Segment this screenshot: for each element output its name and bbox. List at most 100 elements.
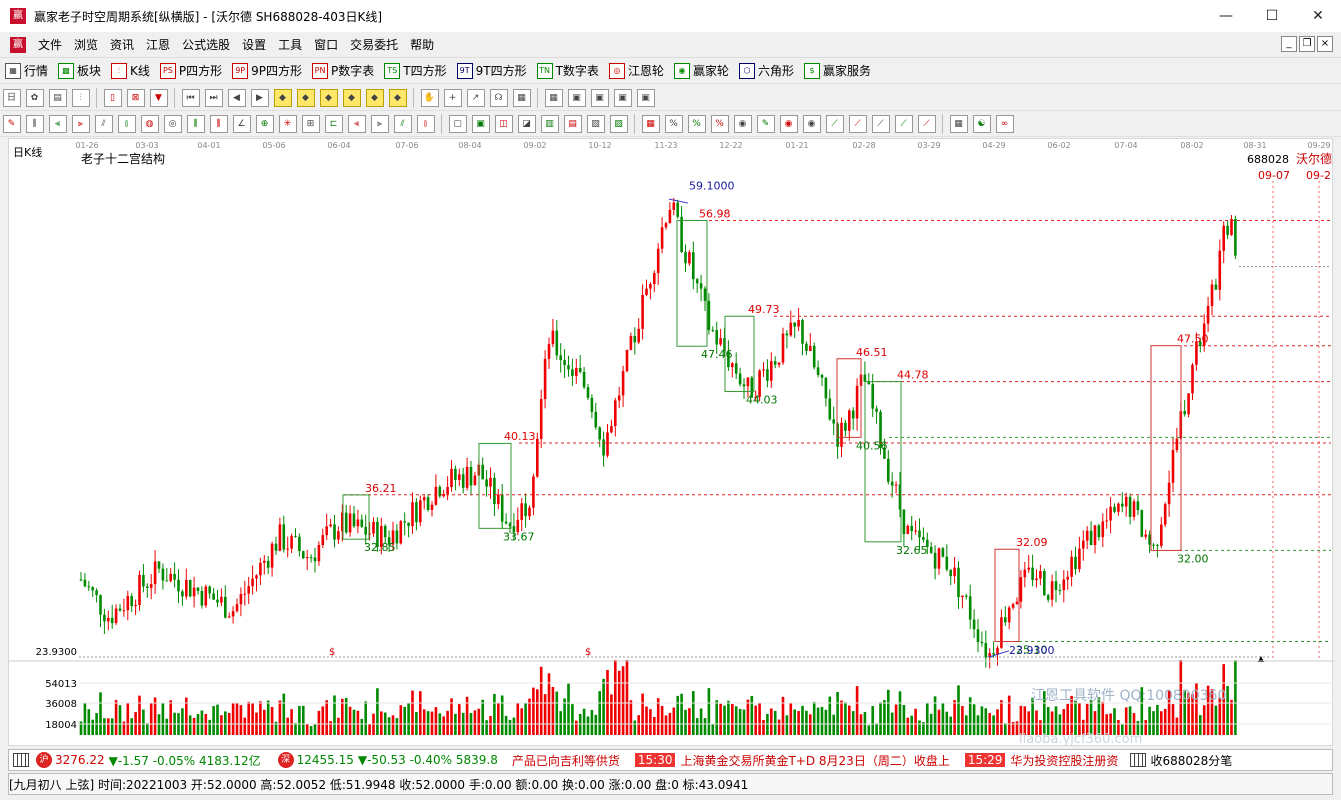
mdi-close-button[interactable]: × [1317,36,1333,52]
chart-panel[interactable]: 01-26 03-03 04-01 05-06 06-04 07-06 08-04 09-02… [8,138,1334,747]
star-icon[interactable]: ✳ [278,114,297,133]
percent2-icon[interactable]: % [710,114,729,133]
sheet-icon[interactable]: ▦ [641,114,660,133]
yinyang-icon[interactable]: ☯ [972,114,991,133]
last-icon[interactable]: ⏭ [204,88,223,107]
comb-icon[interactable]: ⫼ [186,114,205,133]
angle-icon[interactable]: ∠ [232,114,251,133]
first-icon[interactable]: ⏮ [181,88,200,107]
toolbar-blocks-button[interactable]: ▩ 板块 [53,60,106,82]
news-item-2[interactable]: 上海黄金交易所黄金T+D 8月23日（周二）收盘上 [680,752,949,769]
square-icon[interactable]: ▦ [512,88,531,107]
diamond4-icon[interactable]: ◆ [342,88,361,107]
diamond3-icon[interactable]: ◆ [319,88,338,107]
ring2-icon[interactable]: ◎ [163,114,182,133]
sz-index-value[interactable]: 12455.15 [297,753,354,767]
zoom-icon[interactable]: ✿ [25,88,44,107]
toolbar-winner-wheel-button[interactable]: ◉ 赢家轮 [669,60,734,82]
mdi-restore-button[interactable]: ❐ [1299,36,1315,52]
box3-icon[interactable]: ◫ [494,114,513,133]
tick-grid-icon[interactable] [1130,753,1147,767]
fan3-icon[interactable]: ⫽ [94,114,113,133]
menu-gann[interactable]: 江恩 [140,36,176,53]
fan4-icon[interactable]: ⫾ [117,114,136,133]
slash3-icon[interactable]: ⟋ [871,114,890,133]
menu-trade[interactable]: 交易委托 [344,36,404,53]
tick-detail-label[interactable]: 收688028分笔 [1150,752,1232,769]
percent-red-icon[interactable]: % [664,114,683,133]
menu-tools[interactable]: 工具 [272,36,308,53]
bars-icon[interactable]: ⫼ [25,114,44,133]
indicator-icon[interactable]: ▼ [149,88,168,107]
comb2-icon[interactable]: ⫼ [209,114,228,133]
toolbar-pn-button[interactable]: PN P数字表 [307,60,379,82]
toolbar-9p-button[interactable]: 9P 9P四方形 [227,60,307,82]
box2-icon[interactable]: ▣ [471,114,490,133]
menu-settings[interactable]: 设置 [236,36,272,53]
quote-grid-icon[interactable] [13,753,29,767]
pen-icon[interactable]: ✎ [2,114,21,133]
news-item-1[interactable]: 产品已向吉利等供货 [512,752,620,769]
box5-icon[interactable]: ▥ [540,114,559,133]
toolbar-tn-button[interactable]: TN T数字表 [532,60,604,82]
target-icon[interactable]: ⊕ [255,114,274,133]
pen2-icon[interactable]: ✎ [756,114,775,133]
trend-icon[interactable]: ↗ [466,88,485,107]
arrows4-icon[interactable]: ⫾ [416,114,435,133]
sh-index-value[interactable]: 3276.22 [55,753,105,767]
box7-icon[interactable]: ▧ [586,114,605,133]
toolbar-gann-wheel-button[interactable]: ◎ 江恩轮 [604,60,669,82]
menu-browse[interactable]: 浏览 [68,36,104,53]
sz-index-change[interactable]: ▼-50.53 -0.40% 5839.8 [358,753,498,767]
copy-icon[interactable]: ▤ [48,88,67,107]
coin3-icon[interactable]: ◉ [802,114,821,133]
percent-icon[interactable]: % [687,114,706,133]
toolbar-grid-button[interactable]: ▦ 行情 [0,60,53,82]
kline-icon[interactable]: ⫶ [71,88,90,107]
minimize-button[interactable]: — [1203,0,1249,32]
box6-icon[interactable]: ▤ [563,114,582,133]
next-icon[interactable]: ▶ [250,88,269,107]
toolbar-dollar-button[interactable]: $ 赢家服务 [799,60,876,82]
menu-help[interactable]: 帮助 [404,36,440,53]
sh-index-change[interactable]: ▼-1.57 -0.05% 4183.12亿 [109,752,261,769]
slash2-icon[interactable]: ⟋ [848,114,867,133]
tool-icon[interactable]: ⊠ [126,88,145,107]
maximize-button[interactable]: ☐ [1249,0,1295,32]
fan2-icon[interactable]: ⫸ [71,114,90,133]
kline-chart[interactable]: 01-26 03-03 04-01 05-06 06-04 07-06 08-04 09-02… [9,139,1334,747]
cross-icon[interactable]: + [443,88,462,107]
ring-icon[interactable]: ◍ [140,114,159,133]
slash4-icon[interactable]: ⟋ [894,114,913,133]
hand-icon[interactable]: ✋ [420,88,439,107]
calendar-icon[interactable]: ▦ [544,88,563,107]
arrows3-icon[interactable]: ⫽ [393,114,412,133]
menu-info[interactable]: 资讯 [104,36,140,53]
toolbar-9t-button[interactable]: 9T 9T四方形 [452,60,532,82]
grid2-icon[interactable]: ⊞ [301,114,320,133]
coin2-icon[interactable]: ◉ [779,114,798,133]
diamond6-icon[interactable]: ◆ [388,88,407,107]
candle-type-icon[interactable]: ▯ [103,88,122,107]
arrows2-icon[interactable]: ⫸ [370,114,389,133]
toolbar-ps-button[interactable]: PS P四方形 [155,60,227,82]
draw-icon[interactable]: ☊ [489,88,508,107]
infinity-icon[interactable]: ∞ [995,114,1014,133]
menu-formula[interactable]: 公式选股 [176,36,236,53]
box4-icon[interactable]: ◪ [517,114,536,133]
slash5-icon[interactable]: ⟋ [917,114,936,133]
fan1-icon[interactable]: ⫷ [48,114,67,133]
layout-icon[interactable]: 日 [2,88,21,107]
menu-file[interactable]: 文件 [32,36,68,53]
export-icon[interactable]: ▣ [636,88,655,107]
news-item-3[interactable]: 华为投资控股注册资 [1010,752,1118,769]
diamond2-icon[interactable]: ◆ [296,88,315,107]
image-icon[interactable]: ▣ [567,88,586,107]
close-button[interactable]: ✕ [1295,0,1341,32]
print-icon[interactable]: ▣ [613,88,632,107]
table-icon[interactable]: ▦ [949,114,968,133]
save-icon[interactable]: ▣ [590,88,609,107]
box8-icon[interactable]: ▨ [609,114,628,133]
prev-icon[interactable]: ◀ [227,88,246,107]
box1-icon[interactable]: ▢ [448,114,467,133]
